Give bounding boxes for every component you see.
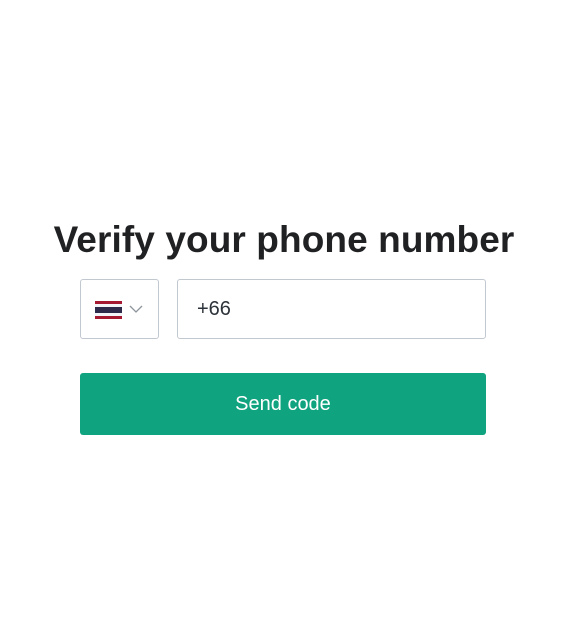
page-title: Verify your phone number — [53, 218, 515, 260]
phone-number-input[interactable] — [177, 279, 486, 339]
country-code-select[interactable] — [80, 279, 159, 339]
chevron-down-icon — [129, 305, 143, 313]
send-code-button[interactable]: Send code — [80, 373, 486, 435]
thailand-flag-icon — [95, 301, 122, 319]
